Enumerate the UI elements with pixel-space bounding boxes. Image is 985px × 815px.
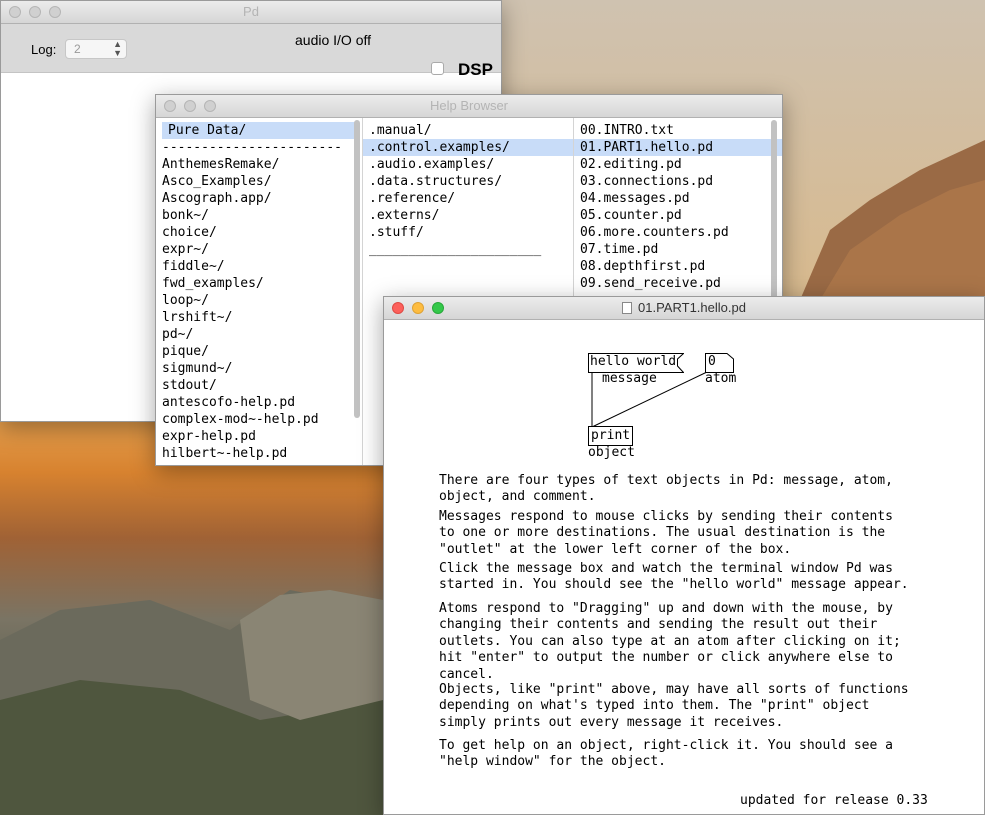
browser-list-item[interactable]: .manual/ (363, 122, 573, 139)
browser-list-item[interactable]: bonk~/ (156, 207, 362, 224)
browser-list-item[interactable]: sigmund~/ (156, 360, 362, 377)
browser-list-item[interactable]: 00.INTRO.txt (574, 122, 782, 139)
comment-paragraph: To get help on an object, right-click it… (439, 738, 893, 770)
document-icon (622, 302, 633, 314)
browser-list-item[interactable]: loop~/ (156, 292, 362, 309)
browser-list-item[interactable]: 05.counter.pd (574, 207, 782, 224)
browser-list-item[interactable]: 07.time.pd (574, 241, 782, 258)
browser-list-item[interactable]: choice/ (156, 224, 362, 241)
browser-list-item[interactable]: hilbert~-help.pd (156, 445, 362, 462)
message-box[interactable]: hello world (590, 354, 676, 369)
browser-list-item[interactable]: .externs/ (363, 207, 573, 224)
pd-toolbar: Log: 2 ▲ ▼ audio I/O off DSP (1, 24, 501, 79)
dsp-checkbox[interactable] (431, 62, 444, 75)
browser-list-item[interactable]: .reference/ (363, 190, 573, 207)
browser-list-item[interactable]: .control.examples/ (363, 139, 573, 156)
patch-canvas[interactable]: hello world message 0 atom print object … (384, 320, 984, 814)
browser-list-item[interactable]: 03.connections.pd (574, 173, 782, 190)
help-browser-titlebar: Help Browser (156, 95, 782, 118)
browser-list-item[interactable]: lrshift~/ (156, 309, 362, 326)
browser-list-item[interactable]: fwd_examples/ (156, 275, 362, 292)
browser-list-item[interactable]: stdout/ (156, 377, 362, 394)
browser-list-item[interactable]: .data.structures/ (363, 173, 573, 190)
browser-list-item[interactable]: Ascograph.app/ (156, 190, 362, 207)
browser-list-item[interactable]: 09.send_receive.pd (574, 275, 782, 292)
comment-paragraph: Objects, like "print" above, may have al… (439, 682, 909, 730)
minimize-icon[interactable] (184, 100, 196, 112)
browser-list-item[interactable]: 04.messages.pd (574, 190, 782, 207)
browser-list-item[interactable]: 08.depthfirst.pd (574, 258, 782, 275)
browser-list-item[interactable]: Pure Data/ (162, 122, 356, 139)
close-icon[interactable] (9, 6, 21, 18)
minimize-icon[interactable] (412, 302, 424, 314)
browser-list-item[interactable]: AnthemesRemake/ (156, 156, 362, 173)
browser-list-item[interactable]: .stuff/ (363, 224, 573, 241)
browser-list-item[interactable]: antescofo-help.pd (156, 394, 362, 411)
browser-list-item[interactable]: 01.PART1.hello.pd (574, 139, 782, 156)
browser-list-item[interactable]: expr~/ (156, 241, 362, 258)
log-level-select[interactable]: 2 ▲ ▼ (65, 39, 127, 59)
close-icon[interactable] (164, 100, 176, 112)
zoom-icon[interactable] (204, 100, 216, 112)
pd-titlebar: Pd (1, 1, 501, 24)
comment-paragraph: Messages respond to mouse clicks by send… (439, 509, 893, 557)
window-title: Help Browser (429, 98, 509, 113)
patch-titlebar: 01.PART1.hello.pd (384, 297, 984, 320)
comment-paragraph: Atoms respond to "Dragging" up and down … (439, 601, 901, 682)
browser-list-item[interactable]: Asco_Examples/ (156, 173, 362, 190)
comment-paragraph: There are four types of text objects in … (439, 473, 893, 505)
atom-box[interactable]: 0 (708, 354, 716, 369)
scrollbar[interactable] (354, 120, 360, 418)
stepper-icon: ▲ ▼ (113, 39, 122, 58)
browser-list-item[interactable]: complex-mod~-help.pd (156, 411, 362, 428)
browser-list-item[interactable]: 02.editing.pd (574, 156, 782, 173)
browser-list-item[interactable]: ----------------------- (156, 139, 362, 156)
log-label: Log: (31, 42, 57, 57)
browser-list-item[interactable]: pd~/ (156, 326, 362, 343)
close-icon[interactable] (392, 302, 404, 314)
comment-paragraph: Click the message box and watch the term… (439, 561, 909, 593)
dsp-label: DSP (458, 60, 493, 79)
log-level-value: 2 (74, 42, 81, 56)
footer-comment: updated for release 0.33 (740, 793, 928, 808)
object-caption: object (588, 445, 635, 460)
patch-window: 01.PART1.hello.pd hello world message 0 … (383, 296, 985, 815)
browser-column-1: Pure Data/----------------------- Antheme… (156, 118, 363, 465)
scrollbar[interactable] (771, 120, 777, 300)
atom-caption: atom (705, 371, 737, 386)
print-object-box[interactable]: print (588, 426, 634, 446)
audio-status: audio I/O off (295, 32, 372, 48)
browser-list-item[interactable]: expr-help.pd (156, 428, 362, 445)
zoom-icon[interactable] (49, 6, 61, 18)
minimize-icon[interactable] (29, 6, 41, 18)
window-title: Pd (243, 4, 259, 19)
browser-list-item[interactable]: pique/ (156, 343, 362, 360)
window-title: 01.PART1.hello.pd (638, 300, 746, 315)
browser-list-item[interactable]: 06.more.counters.pd (574, 224, 782, 241)
browser-list-item[interactable]: ______________________ (363, 241, 573, 258)
message-caption: message (602, 371, 657, 386)
browser-list-item[interactable]: .audio.examples/ (363, 156, 573, 173)
browser-list-item[interactable]: fiddle~/ (156, 258, 362, 275)
zoom-icon[interactable] (432, 302, 444, 314)
